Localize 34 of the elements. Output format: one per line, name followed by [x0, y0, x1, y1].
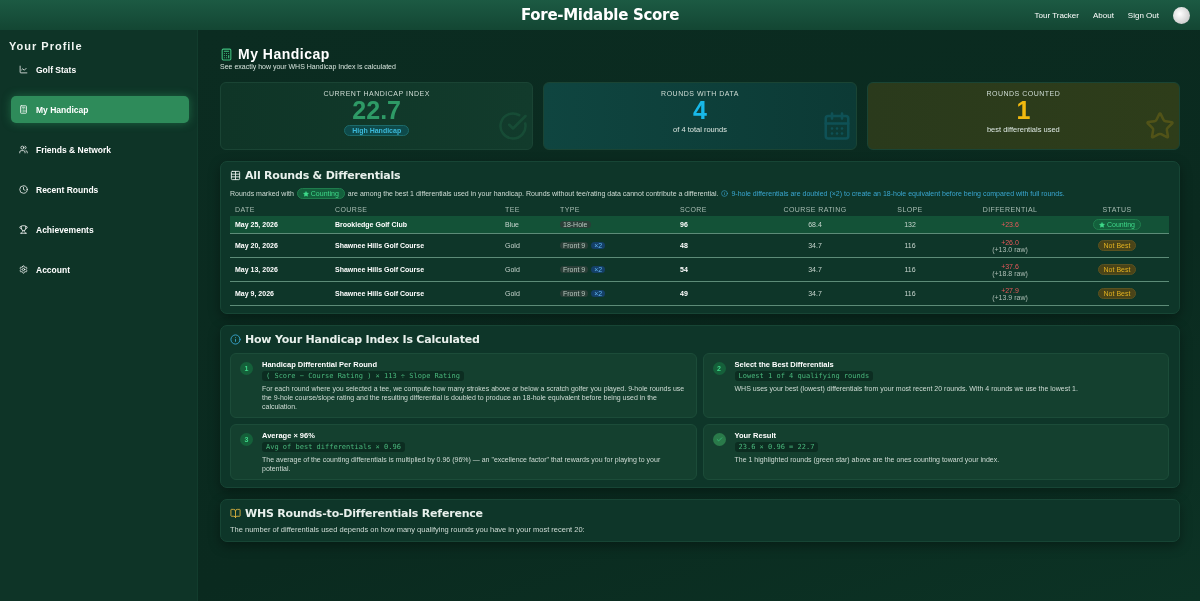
stat-value: 4 [693, 97, 707, 123]
nav-link[interactable]: Sign Out [1127, 10, 1159, 20]
avatar[interactable] [1173, 6, 1190, 24]
info-icon [230, 334, 241, 345]
calculator-icon [19, 105, 28, 114]
star-icon [1099, 221, 1105, 228]
sidebar-title: Your Profile [9, 40, 84, 52]
nav-link[interactable]: About [1092, 10, 1114, 20]
calculator-icon [220, 47, 233, 61]
nav-link[interactable]: Tour Tracker [1034, 10, 1079, 20]
stat-value: 22.7 [352, 97, 401, 123]
info-icon [721, 190, 729, 197]
sidebar-item[interactable]: Achievements [11, 216, 189, 243]
section-title: How Your Handicap Index Is Calculated [245, 333, 480, 346]
line-chart-icon [19, 65, 28, 74]
page-title: My Handicap [238, 46, 330, 62]
section-title: All Rounds & Differentials [245, 169, 401, 182]
calendar-icon [821, 111, 852, 141]
sidebar-item[interactable]: Account [11, 256, 189, 283]
brand-title: Fore-Midable Score [520, 6, 680, 24]
section-title: WHS Rounds-to-Differentials Reference [245, 507, 483, 520]
star-icon [302, 190, 309, 197]
sidebar-item[interactable]: Recent Rounds [11, 176, 189, 203]
people-icon [19, 145, 28, 154]
sidebar-item[interactable]: Golf Stats [11, 56, 189, 83]
sidebar-item[interactable]: My Handicap [11, 96, 189, 123]
sidebar-item[interactable]: Friends & Network [11, 136, 189, 163]
clock-icon [19, 185, 28, 194]
trophy-icon [19, 225, 28, 234]
table-icon [230, 170, 241, 181]
star-icon [1145, 111, 1175, 141]
settings-icon [19, 265, 28, 274]
stat-value: 1 [1016, 97, 1031, 123]
book-icon [230, 508, 241, 519]
